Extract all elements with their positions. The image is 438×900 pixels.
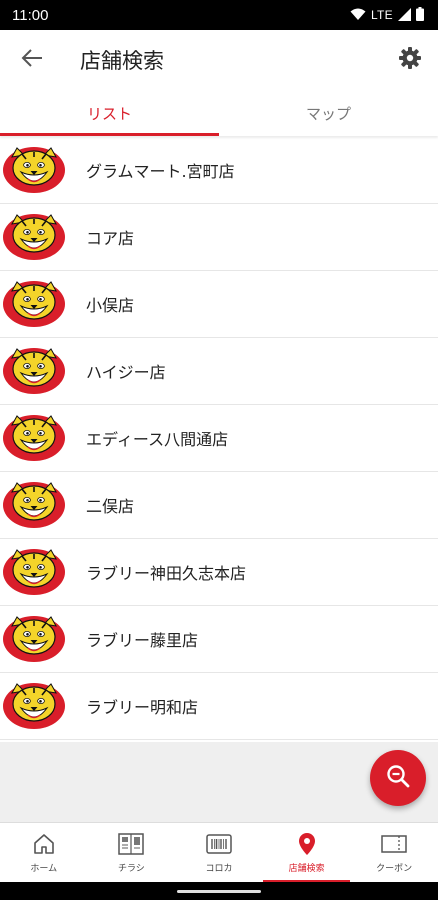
- store-name: ラブリー明和店: [86, 698, 199, 717]
- flyer-icon: [118, 831, 145, 857]
- nav-flyer-label: チラシ: [117, 864, 145, 874]
- store-name: コア店: [86, 229, 135, 248]
- store-list-item[interactable]: グラムマート.宮町店: [0, 137, 438, 204]
- app-bar: 店舗検索: [0, 30, 438, 90]
- network-type: LTE: [370, 8, 393, 22]
- store-name: ラブリー神田久志本店: [86, 564, 247, 583]
- tiger-logo-icon: [2, 279, 66, 329]
- home-icon: [32, 831, 56, 857]
- zoom-out-search-icon: [385, 763, 411, 793]
- search-fab-button[interactable]: [370, 750, 426, 806]
- store-list-item[interactable]: 二俣店: [0, 472, 438, 539]
- home-gesture-handle[interactable]: [177, 890, 261, 893]
- location-pin-icon: [298, 831, 316, 857]
- battery-icon: [416, 6, 424, 25]
- nav-coupon[interactable]: クーポン: [350, 823, 438, 882]
- tiger-logo-icon: [2, 346, 66, 396]
- tab-list-label: リスト: [86, 104, 132, 123]
- store-list-item[interactable]: エディース八間通店: [0, 405, 438, 472]
- store-list: グラムマート.宮町店 コア店 小俣店 ハイジー店 エディース八間通店 二俣店 ラ…: [0, 137, 438, 740]
- wifi-icon: [350, 6, 366, 25]
- arrow-left-icon: [21, 48, 43, 72]
- bottom-navigation: ホーム チラシ コロカ 店舗検索 クーポン: [0, 822, 438, 882]
- store-list-item[interactable]: 小俣店: [0, 271, 438, 338]
- store-list-item[interactable]: コア店: [0, 204, 438, 271]
- tiger-logo-icon: [2, 547, 66, 597]
- tiger-logo-icon: [2, 681, 66, 731]
- signal-icon: [398, 6, 411, 25]
- coupon-icon: [381, 831, 407, 857]
- barcode-card-icon: [206, 831, 232, 857]
- tab-bar: リスト マップ: [0, 90, 438, 136]
- nav-flyer[interactable]: チラシ: [88, 823, 176, 882]
- store-name: ハイジー店: [86, 363, 166, 382]
- settings-button[interactable]: [382, 30, 438, 90]
- tiger-logo-icon: [2, 480, 66, 530]
- nav-home-label: ホーム: [30, 864, 58, 874]
- tab-map[interactable]: マップ: [219, 90, 438, 136]
- status-icons: LTE: [350, 6, 424, 25]
- store-name: グラムマート.宮町店: [86, 162, 235, 181]
- page-title: 店舗検索: [80, 49, 164, 73]
- tab-list[interactable]: リスト: [0, 90, 219, 136]
- gesture-bar: [0, 882, 438, 900]
- store-list-item[interactable]: ラブリー明和店: [0, 673, 438, 740]
- store-name: 小俣店: [86, 296, 135, 315]
- nav-store-search[interactable]: 店舗検索: [262, 823, 351, 882]
- store-name: ラブリー藤里店: [86, 631, 199, 650]
- back-button[interactable]: [0, 30, 64, 90]
- gear-icon: [398, 46, 422, 74]
- tiger-logo-icon: [2, 614, 66, 664]
- store-name: 二俣店: [86, 497, 135, 516]
- nav-coroca[interactable]: コロカ: [175, 823, 263, 882]
- store-list-item[interactable]: ラブリー神田久志本店: [0, 539, 438, 606]
- store-name: エディース八間通店: [86, 430, 229, 449]
- nav-store-search-label: 店舗検索: [288, 864, 325, 874]
- store-list-item[interactable]: ラブリー藤里店: [0, 606, 438, 673]
- nav-coupon-label: クーポン: [376, 864, 413, 874]
- tiger-logo-icon: [2, 145, 66, 195]
- status-time: 11:00: [12, 6, 49, 24]
- tab-map-label: マップ: [305, 104, 351, 123]
- tiger-logo-icon: [2, 413, 66, 463]
- nav-home[interactable]: ホーム: [0, 823, 88, 882]
- nav-coroca-label: コロカ: [205, 864, 233, 874]
- store-list-item[interactable]: ハイジー店: [0, 338, 438, 405]
- tiger-logo-icon: [2, 212, 66, 262]
- status-bar: 11:00 LTE: [0, 0, 438, 30]
